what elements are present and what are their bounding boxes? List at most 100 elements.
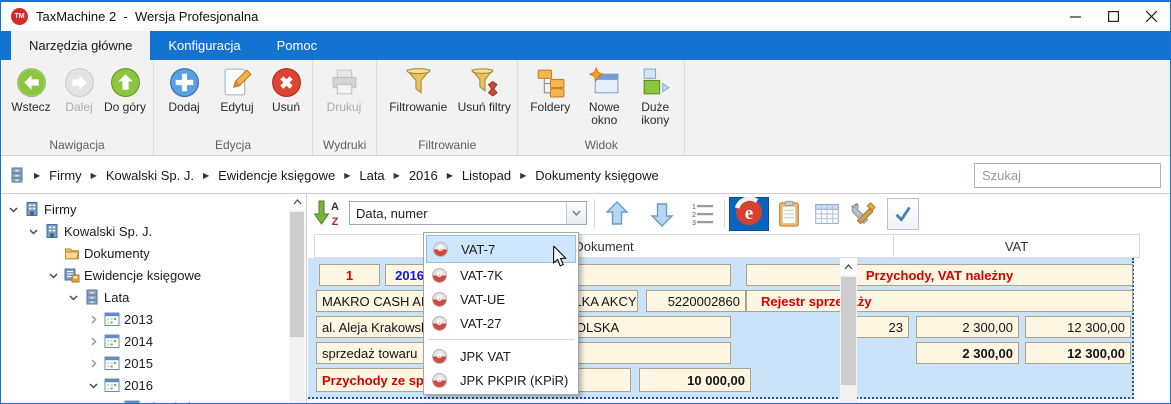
tab-konfiguracja[interactable]: Konfiguracja <box>150 31 258 60</box>
edeclaration-button[interactable]: e <box>729 195 769 231</box>
duze-ikony-button[interactable]: Duże ikony <box>630 63 680 127</box>
chevron-right-icon[interactable] <box>87 335 100 348</box>
chevron-right-icon[interactable] <box>107 401 120 403</box>
edeclaration-icon: e <box>432 315 447 331</box>
menu-item-vatue[interactable]: e VAT-UE <box>426 287 576 311</box>
chevron-down-icon[interactable] <box>7 203 20 216</box>
ribbon-group-wydruki: Drukuj Wydruki <box>313 60 378 155</box>
foldery-button[interactable]: Foldery <box>522 63 578 114</box>
check-icon[interactable] <box>887 198 919 230</box>
funnel-clear-icon <box>468 65 501 100</box>
combo-chevron-icon[interactable] <box>566 202 586 224</box>
breadcrumb-item-2016[interactable]: 2016 <box>409 168 438 183</box>
tab-pomoc[interactable]: Pomoc <box>259 31 335 60</box>
close-button[interactable] <box>1132 2 1170 31</box>
chevron-down-icon[interactable] <box>67 291 80 304</box>
list-scrollbar[interactable] <box>840 258 857 403</box>
menu-separator <box>428 339 574 340</box>
breadcrumb-arrow-icon: ▶ <box>520 170 527 180</box>
column-header-dokument[interactable]: Dokument <box>314 234 894 258</box>
usun-filtry-button[interactable]: Usuń filtry <box>455 63 513 114</box>
menu-item-vat27[interactable]: e VAT-27 <box>426 311 576 335</box>
usun-button[interactable]: Usuń <box>264 63 308 114</box>
chevron-down-icon[interactable] <box>27 225 40 238</box>
tools-icon[interactable] <box>847 198 879 230</box>
tree-item-label: 2014 <box>124 333 153 349</box>
vat-amount-cell[interactable]: 2 300,00 <box>916 316 1019 338</box>
menu-item-label: JPK VAT <box>460 348 511 364</box>
minimize-button[interactable] <box>1056 2 1094 31</box>
tab-narzedzia-glowne[interactable]: Narzędzia główne <box>11 31 151 60</box>
breadcrumb-item-lata[interactable]: Lata <box>359 168 384 183</box>
vat-gross-sum-cell: 12 300,00 <box>1025 342 1131 364</box>
scroll-up-icon[interactable] <box>840 258 857 275</box>
menu-item-label: VAT-7K <box>460 267 503 283</box>
chevron-right-icon[interactable] <box>87 357 100 370</box>
doc-nip-cell[interactable]: 5220002860 <box>646 290 746 312</box>
back-circle-icon <box>15 65 48 100</box>
breadcrumb-item-listopad[interactable]: Listopad <box>462 168 511 183</box>
breadcrumb-item-firmy[interactable]: Firmy <box>49 168 82 183</box>
edytuj-button[interactable]: Edytuj <box>210 63 264 114</box>
printer-icon <box>328 65 361 100</box>
column-header-vat[interactable]: VAT <box>893 234 1140 258</box>
move-down-icon[interactable] <box>646 198 678 230</box>
button-label: Dalej <box>65 100 93 114</box>
doc-lp-cell[interactable]: 1 <box>319 264 380 286</box>
numbered-list-icon[interactable]: 123 <box>686 198 718 230</box>
drukuj-button: Drukuj <box>317 63 371 114</box>
scrollbar-thumb[interactable] <box>290 212 304 337</box>
tree-item-2014[interactable]: 2014 <box>87 330 153 352</box>
vat-gross-cell[interactable]: 12 300,00 <box>1025 316 1131 338</box>
edeclaration-icon: e <box>432 267 447 283</box>
grid-icon[interactable] <box>811 198 843 230</box>
do-gory-button[interactable]: Do góry <box>101 63 149 114</box>
maximize-button[interactable] <box>1094 2 1132 31</box>
menu-item-label: JPK PKPIR (KPiR) <box>460 372 569 388</box>
dodaj-button[interactable]: Dodaj <box>158 63 210 114</box>
breadcrumb-item-ewidencje[interactable]: Ewidencje księgowe <box>218 168 335 183</box>
app-window: TM TaxMachine 2 - Wersja Profesjonalna N… <box>0 0 1171 404</box>
doc-amount-cell[interactable]: 10 000,00 <box>639 368 751 392</box>
wstecz-button[interactable]: Wstecz <box>5 63 57 114</box>
scrollbar-thumb[interactable] <box>841 277 856 385</box>
group-label: Nawigacja <box>49 138 105 152</box>
breadcrumb-item-dokumenty-ksiegowe[interactable]: Dokumenty księgowe <box>535 168 659 183</box>
tree-item-lata[interactable]: Lata <box>67 286 129 308</box>
chevron-right-icon[interactable] <box>87 313 100 326</box>
search-input[interactable] <box>974 163 1161 188</box>
breadcrumb-arrow-icon: ▶ <box>446 170 453 180</box>
scroll-up-icon[interactable] <box>289 194 305 210</box>
edeclaration-icon: e <box>432 372 447 388</box>
tree-item-2013[interactable]: 2013 <box>87 308 153 330</box>
sort-az-icon[interactable]: AZ <box>312 198 344 230</box>
chevron-down-icon[interactable] <box>47 269 60 282</box>
tree-item-2016[interactable]: 2016 <box>87 374 153 396</box>
menu-item-label: VAT-27 <box>460 315 502 331</box>
tree-item-sierpien[interactable]: Sierpień <box>107 396 192 403</box>
new-window-icon <box>588 65 621 100</box>
tree-item-firmy[interactable]: Firmy <box>7 198 77 220</box>
filtrowanie-button[interactable]: Filtrowanie <box>381 63 455 114</box>
breadcrumb-item-kowalski[interactable]: Kowalski Sp. J. <box>106 168 194 183</box>
tree-scrollbar[interactable] <box>289 194 305 403</box>
move-up-icon[interactable] <box>601 198 633 230</box>
group-label: Filtrowanie <box>418 138 477 152</box>
nowe-okno-button[interactable]: Nowe okno <box>578 63 630 127</box>
clipboard-icon[interactable] <box>773 198 805 230</box>
button-label: Usuń <box>271 100 300 114</box>
edeclaration-icon: e <box>432 348 447 364</box>
dalej-button: Dalej <box>57 63 101 114</box>
sort-order-select[interactable]: Data, numer <box>349 201 587 225</box>
tree-item-label: 2015 <box>124 355 153 371</box>
tree-item-2015[interactable]: 2015 <box>87 352 153 374</box>
tree-item-dokumenty[interactable]: Dokumenty <box>64 242 150 264</box>
menu-item-jpk-vat[interactable]: e JPK VAT <box>426 344 576 368</box>
tree-item-ewidencje-ksiegowe[interactable]: Ewidencje księgowe <box>47 264 201 286</box>
breadcrumb-bar: ▶ Firmy ▶ Kowalski Sp. J. ▶ Ewidencje ks… <box>1 157 1170 194</box>
calendar-icon <box>104 377 120 393</box>
tree-item-kowalski[interactable]: Kowalski Sp. J. <box>27 220 152 242</box>
ribbon: Wstecz Dalej Do góry Nawigacja Dodaj Edy… <box>1 60 1170 156</box>
chevron-down-icon[interactable] <box>87 379 100 392</box>
menu-item-jpk-pkpir[interactable]: e JPK PKPIR (KPiR) <box>426 368 576 392</box>
